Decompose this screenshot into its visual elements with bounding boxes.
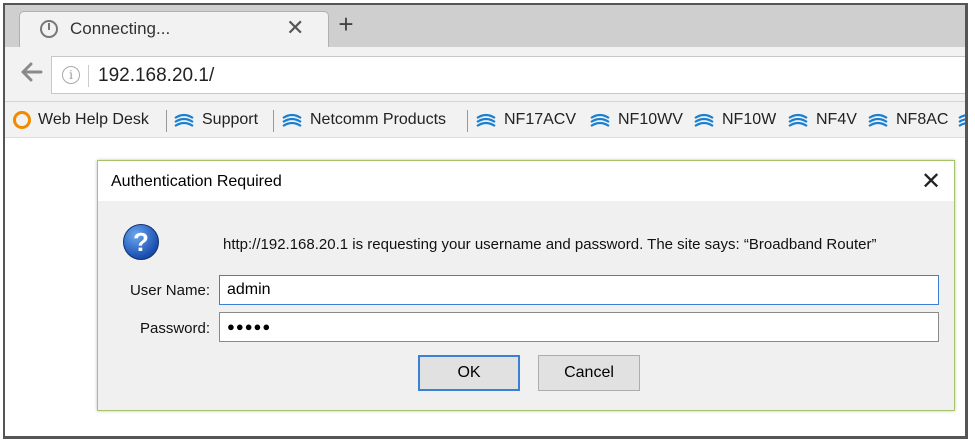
netcomm-wave-icon <box>476 113 496 127</box>
bookmark-nf8ac[interactable]: NF8AC <box>867 102 949 137</box>
bookmark-separator <box>273 110 274 132</box>
bookmark-label: Netcomm Products <box>310 111 447 128</box>
netcomm-wave-icon <box>174 113 194 127</box>
back-button[interactable] <box>21 61 43 89</box>
cancel-button[interactable]: Cancel <box>538 355 640 391</box>
dialog-close-icon[interactable]: ✕ <box>916 167 946 195</box>
bookmark-nf4v[interactable]: NF4V <box>787 102 857 137</box>
site-info-icon[interactable]: i <box>62 66 80 84</box>
bookmark-label: NF4V <box>816 111 857 128</box>
address-bar[interactable]: i 192.168.20.1/ <box>51 56 965 94</box>
bookmark-label: Web Help Desk <box>38 111 149 128</box>
username-input[interactable] <box>219 275 939 305</box>
bookmark-web-help-desk[interactable]: Web Help Desk <box>13 102 149 137</box>
bookmark-overflow[interactable] <box>957 102 965 137</box>
bookmark-label: NF10W <box>722 111 777 128</box>
bookmark-nf10wv[interactable]: NF10WV <box>589 102 683 137</box>
back-arrow-icon <box>21 62 43 82</box>
bookmark-nf17acv[interactable]: NF17ACV <box>475 102 577 137</box>
bookmark-separator <box>467 110 468 132</box>
username-label: User Name: <box>129 282 210 299</box>
tab-close-icon[interactable]: ✕ <box>286 15 304 41</box>
browser-toolbar: i 192.168.20.1/ <box>5 47 965 102</box>
bookmark-label: NF10WV <box>618 111 683 128</box>
netcomm-wave-icon <box>958 114 965 127</box>
authentication-dialog: Authentication Required ✕ ? http://192.1… <box>97 160 955 411</box>
netcomm-wave-icon <box>282 113 302 127</box>
bookmark-label: NF8AC <box>896 111 949 128</box>
netcomm-wave-icon <box>868 113 888 127</box>
url-text[interactable]: 192.168.20.1/ <box>98 65 214 87</box>
orange-ring-icon <box>13 111 31 129</box>
question-icon: ? <box>123 224 159 260</box>
dialog-message: http://192.168.20.1 is requesting your u… <box>223 236 877 253</box>
ok-button[interactable]: OK <box>418 355 520 391</box>
bookmark-separator <box>166 110 167 132</box>
tab-title: Connecting... <box>70 19 171 38</box>
bookmark-netcomm-products[interactable]: Netcomm Products <box>281 102 447 137</box>
netcomm-wave-icon <box>788 113 808 127</box>
tab-connecting[interactable]: Connecting... ✕ <box>19 11 329 47</box>
bookmark-label: NF17ACV <box>504 111 577 128</box>
netcomm-wave-icon <box>590 113 610 127</box>
dialog-titlebar[interactable]: Authentication Required ✕ <box>98 161 954 201</box>
new-tab-button[interactable]: + <box>331 9 361 41</box>
tab-strip: Connecting... ✕ + <box>5 5 965 47</box>
password-label: Password: <box>139 320 210 337</box>
bookmark-support[interactable]: Support <box>173 102 259 137</box>
browser-window: Connecting... ✕ + i 192.168.20.1/ Web He… <box>3 3 968 439</box>
bookmark-label: Support <box>202 111 259 128</box>
dialog-title: Authentication Required <box>111 173 282 190</box>
password-input[interactable]: ●●●●● <box>219 312 939 342</box>
bookmarks-bar: Web Help Desk Support Netcomm Products N… <box>5 102 965 138</box>
loading-spinner-icon <box>40 20 58 38</box>
address-divider <box>88 65 89 87</box>
bookmark-nf10w[interactable]: NF10W <box>693 102 777 137</box>
netcomm-wave-icon <box>694 113 714 127</box>
